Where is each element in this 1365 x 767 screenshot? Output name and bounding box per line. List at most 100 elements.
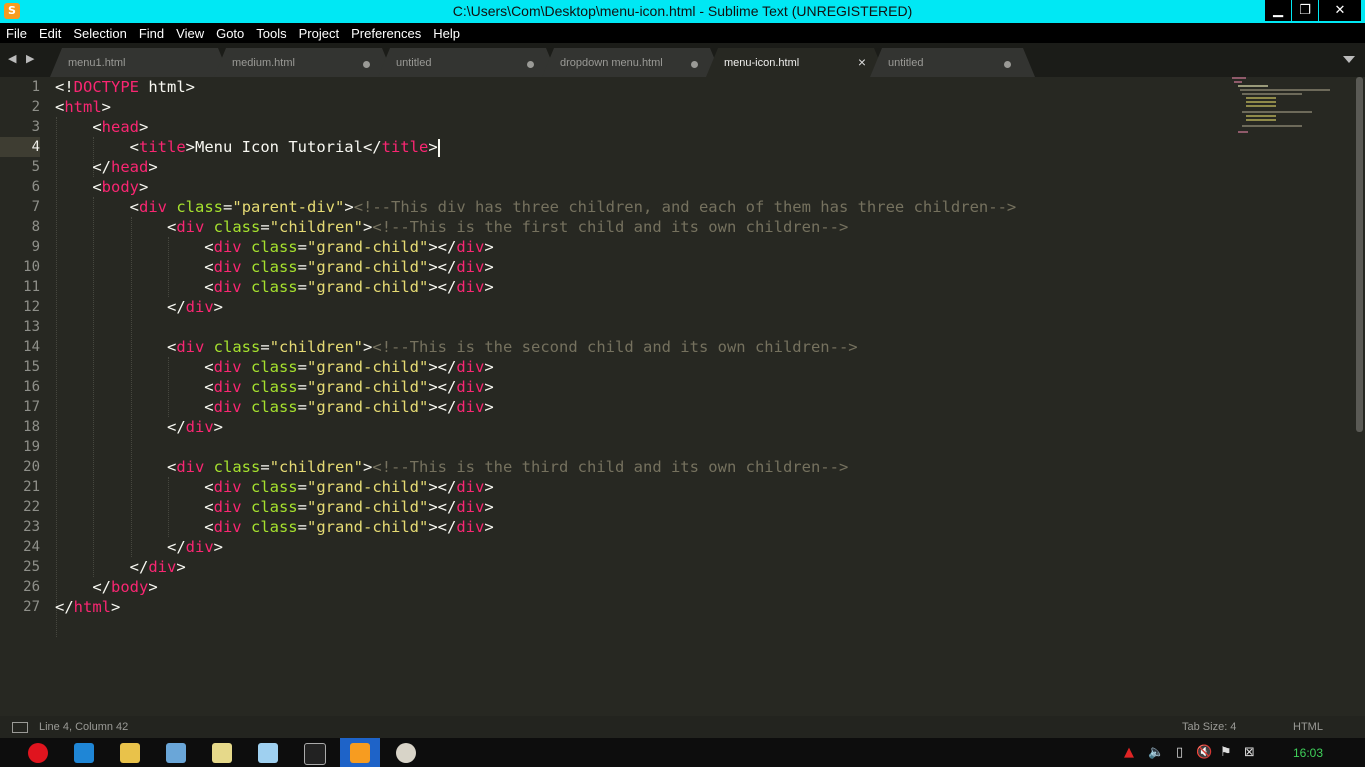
tab-size[interactable]: Tab Size: 4 bbox=[1182, 721, 1236, 733]
code-token: > bbox=[484, 478, 494, 496]
menu-selection[interactable]: Selection bbox=[67, 23, 132, 41]
menu-find[interactable]: Find bbox=[133, 23, 170, 41]
tab-nav-arrows-icon[interactable]: ◀ ▶ bbox=[8, 52, 37, 65]
code-line[interactable]: <div class="grand-child"></div> bbox=[55, 517, 1016, 537]
code-line[interactable]: <div class="grand-child"></div> bbox=[55, 477, 1016, 497]
tab-dropdown-menu[interactable]: dropdown menu.html bbox=[542, 48, 722, 77]
menu-preferences[interactable]: Preferences bbox=[345, 23, 427, 41]
menu-edit[interactable]: Edit bbox=[33, 23, 67, 41]
code-line[interactable]: <!DOCTYPE html> bbox=[55, 77, 1016, 97]
code-token: < bbox=[55, 338, 177, 356]
clock[interactable]: 16:03 bbox=[1293, 746, 1323, 760]
vertical-scrollbar[interactable] bbox=[1356, 77, 1363, 432]
menu-file[interactable]: File bbox=[0, 23, 33, 41]
code-line[interactable]: </div> bbox=[55, 417, 1016, 437]
code-line[interactable]: <div class="parent-div"><!--This div has… bbox=[55, 197, 1017, 217]
network-icon[interactable]: ⊠ bbox=[1244, 745, 1255, 760]
tab-list-dropdown-icon[interactable] bbox=[1343, 56, 1355, 63]
sublime-icon[interactable] bbox=[350, 743, 370, 763]
code-line[interactable]: <body> bbox=[55, 177, 1016, 197]
code-token: title bbox=[139, 138, 186, 156]
paint-icon[interactable] bbox=[396, 743, 416, 763]
folder-files-icon[interactable] bbox=[212, 743, 232, 763]
code-token: div bbox=[456, 398, 485, 416]
code-line[interactable]: <div class="grand-child"></div> bbox=[55, 357, 1016, 377]
code-line[interactable]: </body> bbox=[55, 577, 1016, 597]
code-token: head bbox=[111, 158, 149, 176]
vscode-icon[interactable] bbox=[74, 743, 94, 763]
flag-icon[interactable]: ⚑ bbox=[1220, 745, 1232, 760]
code-line[interactable]: <head> bbox=[55, 117, 1016, 137]
network-alert-icon[interactable]: ▲ bbox=[1124, 745, 1134, 760]
code-token: body bbox=[111, 578, 149, 596]
code-line[interactable]: </div> bbox=[55, 557, 1016, 577]
modified-dot-icon[interactable] bbox=[1004, 61, 1011, 68]
code-line[interactable]: </html> bbox=[55, 597, 1016, 617]
cursor-position[interactable]: Line 4, Column 42 bbox=[39, 721, 128, 733]
code-line[interactable] bbox=[55, 437, 1016, 457]
code-editor[interactable]: 1 2 3 4 5 6 7 8 9 10 11 12 13 14 15 16 17 18 19 20 21 22 23 24 2… bbox=[0, 77, 1365, 716]
line-number: 13 bbox=[23, 319, 40, 335]
code-line[interactable]: </head> bbox=[55, 157, 1016, 177]
tab-untitled-1[interactable]: untitled bbox=[378, 48, 558, 77]
code-line[interactable]: <div class="grand-child"></div> bbox=[55, 277, 1016, 297]
code-line[interactable]: <div class="grand-child"></div> bbox=[55, 397, 1016, 417]
cmd-icon[interactable] bbox=[304, 743, 326, 765]
line-number: 15 bbox=[23, 359, 40, 375]
close-button[interactable]: ✕ bbox=[1319, 0, 1361, 21]
opera-icon[interactable] bbox=[28, 743, 48, 763]
code-line[interactable]: <div class="grand-child"></div> bbox=[55, 377, 1016, 397]
volume-muted-icon[interactable]: 🔇 bbox=[1196, 745, 1212, 760]
modified-dot-icon[interactable] bbox=[527, 61, 534, 68]
code-line[interactable]: </div> bbox=[55, 537, 1016, 557]
code-token: < bbox=[55, 478, 214, 496]
line-number: 17 bbox=[23, 399, 40, 415]
tab-label: menu-icon.html bbox=[724, 57, 800, 69]
minimize-button[interactable]: ▁ bbox=[1265, 0, 1291, 21]
code-token: < bbox=[55, 518, 214, 536]
syntax-mode[interactable]: HTML bbox=[1293, 721, 1323, 733]
maximize-button[interactable]: ❐ bbox=[1292, 0, 1318, 21]
line-number: 5 bbox=[31, 159, 40, 175]
code-token: ></ bbox=[428, 378, 457, 396]
code-token: div bbox=[456, 238, 485, 256]
code-line[interactable]: </div> bbox=[55, 297, 1016, 317]
code-line[interactable]: <div class="grand-child"></div> bbox=[55, 257, 1016, 277]
line-number: 19 bbox=[23, 439, 40, 455]
code-line[interactable]: <div class="grand-child"></div> bbox=[55, 237, 1016, 257]
code-line[interactable] bbox=[55, 317, 1016, 337]
code-line[interactable]: <html> bbox=[55, 97, 1016, 117]
code-token: > bbox=[484, 378, 494, 396]
code-token: < bbox=[55, 498, 214, 516]
panel-toggle-icon[interactable] bbox=[12, 722, 28, 733]
code-token: div bbox=[213, 258, 242, 276]
computer-icon[interactable] bbox=[166, 743, 186, 763]
tab-menu1[interactable]: menu1.html bbox=[50, 48, 230, 77]
battery-icon[interactable]: ▯ bbox=[1176, 745, 1183, 760]
notepad-icon[interactable] bbox=[258, 743, 278, 763]
code-area[interactable]: <!DOCTYPE html> <html> <head> <title>Menu… bbox=[55, 77, 1016, 617]
tab-menu-icon[interactable]: menu-icon.html × bbox=[706, 48, 886, 77]
modified-dot-icon[interactable] bbox=[691, 61, 698, 68]
tab-untitled-2[interactable]: untitled bbox=[870, 48, 1035, 77]
sublime-taskbar-active[interactable] bbox=[340, 738, 380, 767]
code-line[interactable]: <title>Menu Icon Tutorial</title> bbox=[55, 137, 1016, 157]
code-token: < bbox=[55, 458, 177, 476]
menu-goto[interactable]: Goto bbox=[210, 23, 250, 41]
code-line[interactable]: <div class="children"><!--This is the fi… bbox=[55, 217, 1016, 237]
speaker-icon[interactable]: 🔈 bbox=[1148, 745, 1164, 760]
file-explorer-icon[interactable] bbox=[120, 743, 140, 763]
tab-close-icon[interactable]: × bbox=[858, 54, 866, 70]
menu-project[interactable]: Project bbox=[293, 23, 345, 41]
menu-tools[interactable]: Tools bbox=[250, 23, 292, 41]
menu-view[interactable]: View bbox=[170, 23, 210, 41]
code-line[interactable]: <div class="grand-child"></div> bbox=[55, 497, 1016, 517]
menu-help[interactable]: Help bbox=[427, 23, 466, 41]
code-line[interactable]: <div class="children"><!--This is the se… bbox=[55, 337, 1016, 357]
modified-dot-icon[interactable] bbox=[363, 61, 370, 68]
minimap[interactable] bbox=[1232, 77, 1352, 137]
tab-medium[interactable]: medium.html bbox=[214, 48, 394, 77]
code-line[interactable]: <div class="children"><!--This is the th… bbox=[55, 457, 1016, 477]
